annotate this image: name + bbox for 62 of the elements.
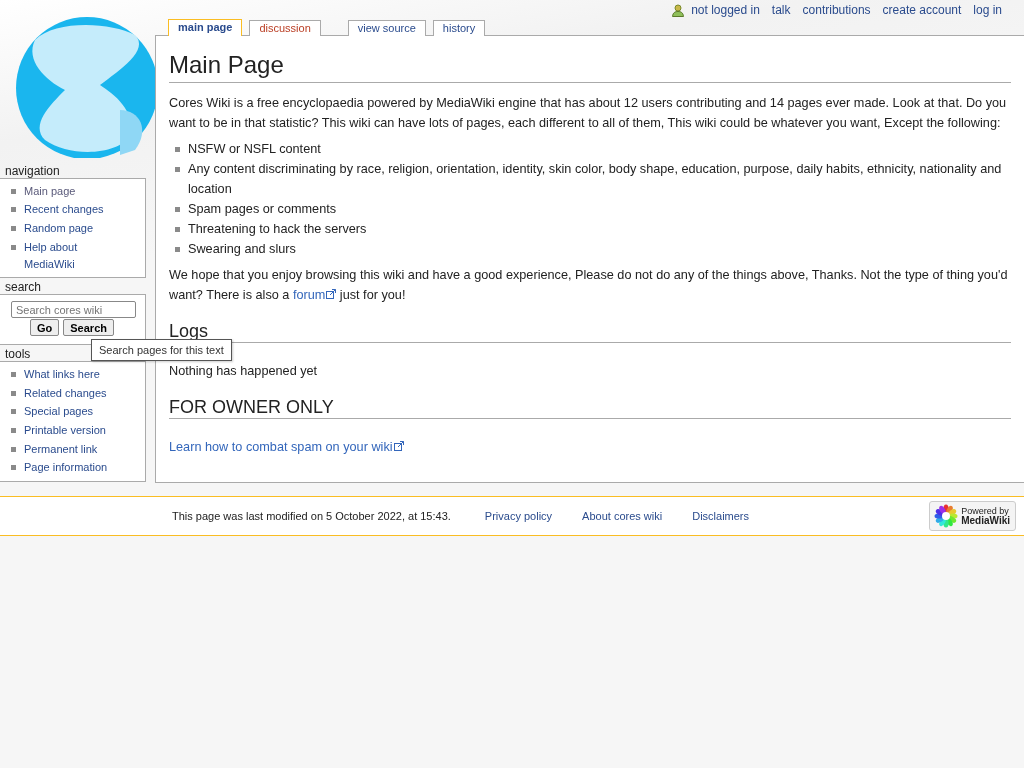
intro-paragraph: Cores Wiki is a free encyclopaedia powered by MediaWiki engine that has about 12 users contributing and 14 pages ever made. Look at that. Do you want to be in that statistic? This wiki can have lots of pages, each different to all of them, This wiki could be whatever you want, Except the following: xyxy=(169,95,1008,132)
sidebar-link[interactable]: Permanent link xyxy=(24,440,98,458)
page-tab[interactable]: history xyxy=(432,20,486,36)
sidebar-link[interactable]: Random page xyxy=(24,220,94,237)
external-link-icon xyxy=(393,441,404,451)
personal-link[interactable]: log in xyxy=(973,3,1002,17)
portlet-heading: tools xyxy=(4,347,31,362)
sidebar-link[interactable]: Special pages xyxy=(24,403,94,421)
bullet-icon xyxy=(175,147,180,152)
bullet-icon xyxy=(175,167,180,172)
footer-link[interactable]: Privacy policy xyxy=(484,510,553,522)
bullet-icon xyxy=(11,390,16,396)
list-item-text: NSFW or NSFL content xyxy=(188,141,321,158)
sidebar-link[interactable]: Help about MediaWiki xyxy=(24,238,119,273)
personal-link[interactable]: contributions xyxy=(802,3,871,17)
closing-paragraph: We hope that you enjoy browsing this wiki and have a good experience, Please do not do any of the things above, Thanks. Not the type of thing you'd want? There is also a forum just for you! xyxy=(169,267,1009,304)
bullet-icon xyxy=(175,227,180,232)
portlet-heading: search xyxy=(4,280,42,295)
portlet-heading: navigation xyxy=(4,164,60,178)
sidebar-link[interactable]: Main page xyxy=(24,182,76,200)
bullet-icon xyxy=(175,207,180,212)
bullet-icon xyxy=(11,226,16,231)
search-field[interactable]: Search cores wiki xyxy=(11,301,136,319)
bullet-icon xyxy=(11,372,16,378)
footer-link[interactable]: Disclaimers xyxy=(692,510,750,522)
section-heading: FOR OWNER ONLY xyxy=(169,396,1011,419)
personal-link[interactable]: create account xyxy=(882,3,962,17)
bullet-icon xyxy=(11,188,16,194)
external-link-icon xyxy=(326,289,337,299)
list-item-text: Swearing and slurs xyxy=(188,241,296,258)
list-item-text: Any content discriminating by race, religion, orientation, identity, skin color, body shape, education, purpose, daily habits, ethnicity, nationality and location xyxy=(188,161,1003,198)
search-button[interactable]: Search xyxy=(63,319,114,337)
page-tab[interactable]: discussion xyxy=(249,20,321,36)
sidebar-link[interactable]: Printable version xyxy=(24,421,106,439)
flower-icon xyxy=(934,504,959,528)
list-item-text: Threatening to hack the servers xyxy=(188,221,367,238)
bullet-icon xyxy=(11,409,16,415)
powered-by-badge[interactable]: Powered by MediaWiki xyxy=(929,501,1016,531)
footer-link[interactable]: About cores wiki xyxy=(582,510,663,522)
bullet-icon xyxy=(11,427,16,433)
page-tab[interactable]: view source xyxy=(347,20,426,36)
bullet-icon xyxy=(175,247,180,252)
personal-link[interactable]: talk xyxy=(771,3,791,17)
page-tab[interactable]: main page xyxy=(168,19,243,36)
sidebar-link[interactable]: Recent changes xyxy=(24,201,104,219)
forum-link[interactable]: forum xyxy=(292,288,337,302)
sidebar-link[interactable]: Page information xyxy=(24,459,108,477)
sidebar-link[interactable]: Related changes xyxy=(24,384,107,402)
tooltip: Search pages for this text xyxy=(91,339,232,361)
personal-link[interactable]: not logged in xyxy=(691,3,760,17)
section-text: Nothing has happened yet xyxy=(169,363,319,380)
list-item-text: Spam pages or comments xyxy=(188,201,337,218)
external-link[interactable]: Learn how to combat spam on your wiki xyxy=(169,440,404,454)
bullet-icon xyxy=(11,244,16,250)
user-icon xyxy=(672,3,685,17)
last-modified-text: This page was last modified on 5 October 2022, at 15:43. xyxy=(172,510,451,522)
bullet-icon xyxy=(11,465,16,471)
bullet-icon xyxy=(11,446,16,452)
bullet-icon xyxy=(11,207,16,213)
page-title: Main Page xyxy=(169,50,1011,83)
search-button[interactable]: Go xyxy=(30,319,60,337)
sidebar-link[interactable]: What links here xyxy=(24,366,100,384)
